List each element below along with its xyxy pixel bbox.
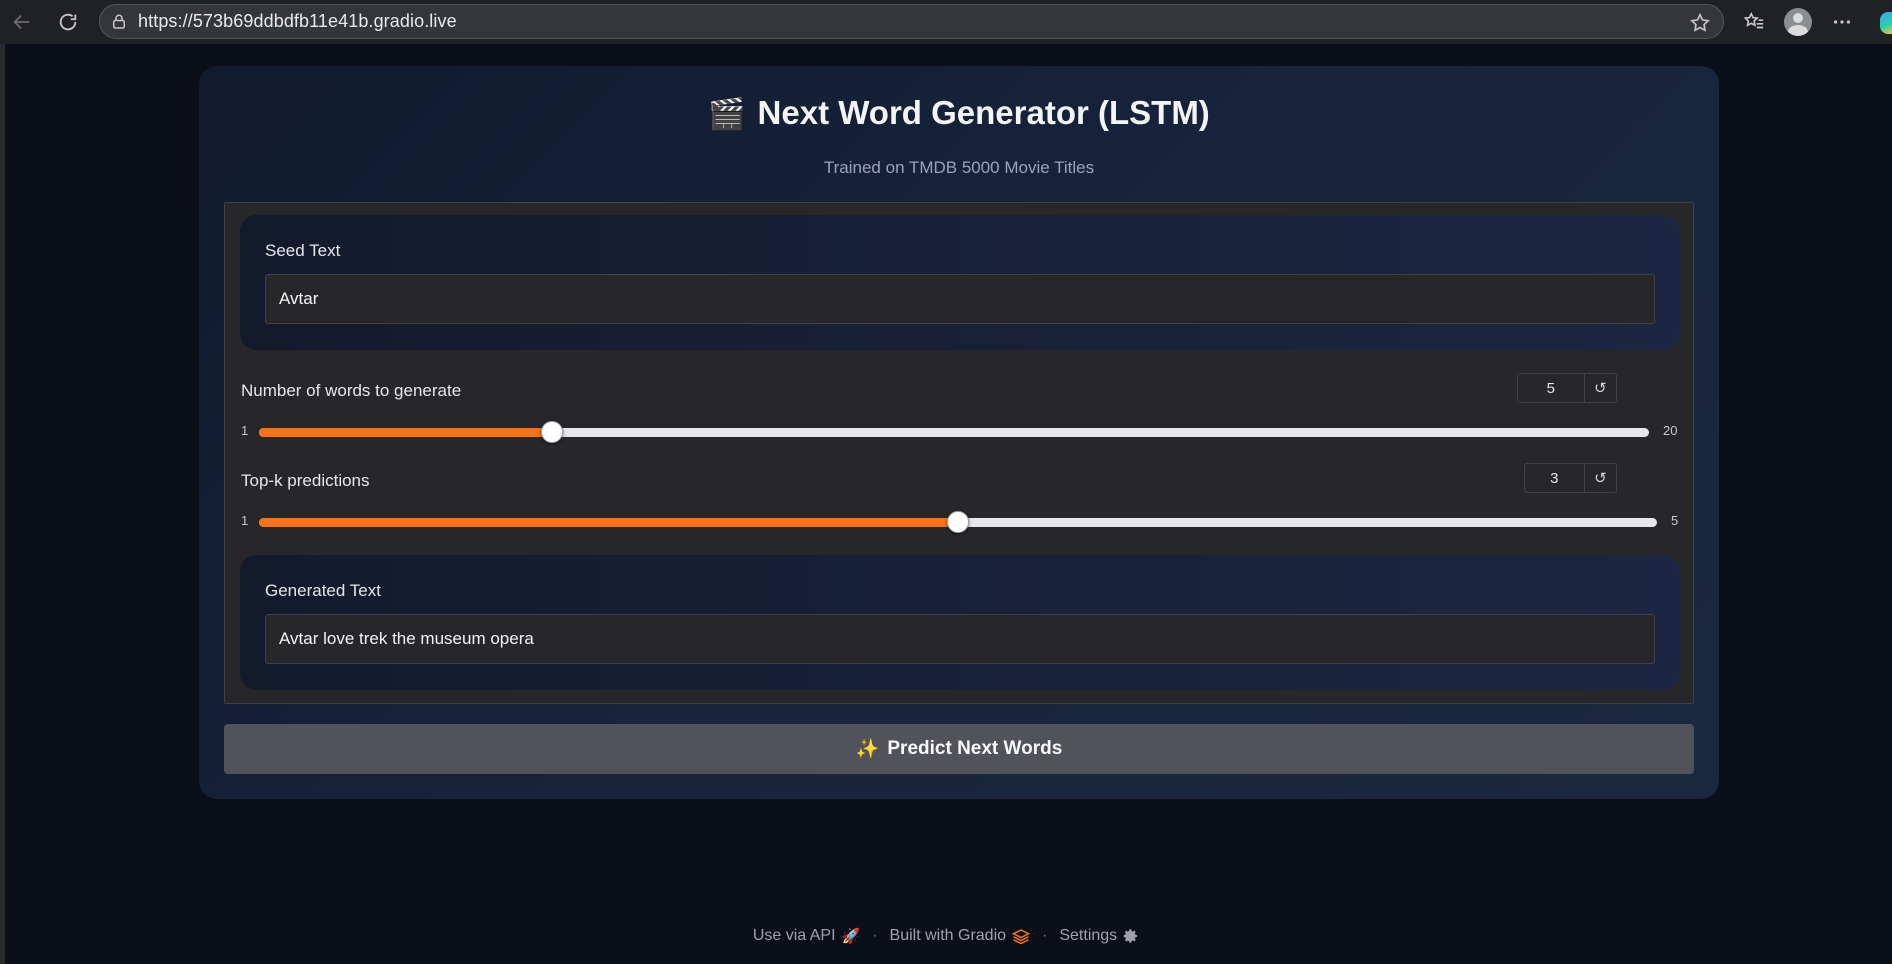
generated-text-block: Generated Text Avtar love trek the museu… <box>240 555 1680 690</box>
topk-slider-thumb[interactable] <box>947 511 969 533</box>
site-info-icon[interactable] <box>110 13 128 31</box>
words-slider-thumb[interactable] <box>541 421 563 443</box>
sparkles-icon: ✨ <box>855 739 880 760</box>
topk-slider-min: 1 <box>241 513 249 528</box>
generated-text-label: Generated Text <box>265 581 381 600</box>
address-bar[interactable]: https://573b69ddbdfb11e41b.gradio.live <box>99 4 1724 39</box>
words-slider-max: 20 <box>1663 423 1678 438</box>
seed-text-input[interactable]: Avtar <box>265 274 1655 324</box>
topk-slider-label: Top-k predictions <box>241 471 370 490</box>
topk-number-input[interactable]: 3 ↺ <box>1524 463 1617 493</box>
copilot-logo-icon <box>1880 12 1892 34</box>
app-card: 🎬 Next Word Generator (LSTM) Trained on T… <box>199 66 1719 799</box>
topk-slider-track[interactable] <box>259 511 1657 533</box>
reload-button[interactable] <box>50 4 86 40</box>
profile-avatar-icon[interactable] <box>1776 4 1820 40</box>
words-reset-icon[interactable]: ↺ <box>1585 374 1616 402</box>
footer: Use via API 🚀 · Built with Gradio · Sett… <box>0 924 1892 948</box>
predict-button-label: Predict Next Words <box>887 738 1063 759</box>
form-panel: Seed Text Avtar Number of words to gener… <box>224 202 1694 704</box>
browser-toolbar: https://573b69ddbdfb11e41b.gradio.live <box>0 0 1892 44</box>
bookmark-star-icon[interactable] <box>1689 12 1711 39</box>
topk-slider-row: Top-k predictions 3 ↺ 1 5 <box>241 463 1681 533</box>
back-button[interactable] <box>4 4 40 40</box>
clapperboard-icon: 🎬 <box>708 98 746 131</box>
words-slider-track[interactable] <box>259 421 1649 443</box>
words-slider-row: Number of words to generate 5 ↺ 1 20 <box>241 373 1681 443</box>
words-slider-label: Number of words to generate <box>241 381 462 400</box>
settings-label: Settings <box>1059 927 1118 944</box>
page-title: 🎬 Next Word Generator (LSTM) <box>199 94 1719 132</box>
title-text: Next Word Generator (LSTM) <box>757 94 1210 131</box>
seed-text-label: Seed Text <box>265 241 341 260</box>
words-slider-min: 1 <box>241 423 249 438</box>
words-number-input[interactable]: 5 ↺ <box>1517 373 1617 403</box>
topk-number-value[interactable]: 3 <box>1525 464 1585 492</box>
built-with-gradio-label: Built with Gradio <box>889 927 1007 944</box>
use-via-api-link[interactable]: Use via API 🚀 <box>753 927 860 945</box>
built-with-gradio-link[interactable]: Built with Gradio <box>890 927 1031 945</box>
gear-icon <box>1123 929 1138 943</box>
browser-actions <box>1732 4 1892 40</box>
predict-button[interactable]: ✨ Predict Next Words <box>224 724 1694 774</box>
page-edge <box>0 44 5 964</box>
topk-slider-max: 5 <box>1671 513 1679 528</box>
gradio-logo-icon <box>1012 929 1031 944</box>
settings-link[interactable]: Settings <box>1059 927 1139 945</box>
footer-separator: · <box>872 927 878 944</box>
words-slider-fill <box>259 428 552 437</box>
topk-slider-fill <box>259 518 958 527</box>
page-subtitle: Trained on TMDB 5000 Movie Titles <box>823 158 1095 177</box>
footer-separator-2: · <box>1042 927 1048 944</box>
reload-icon <box>59 13 77 31</box>
back-arrow-icon <box>13 14 30 30</box>
favorites-icon[interactable] <box>1732 4 1776 40</box>
url-text[interactable]: https://573b69ddbdfb11e41b.gradio.live <box>138 11 457 32</box>
seed-text-block: Seed Text Avtar <box>240 215 1680 350</box>
use-via-api-label: Use via API <box>752 927 836 944</box>
rocket-icon: 🚀 <box>841 928 861 945</box>
more-menu-icon[interactable] <box>1820 4 1864 40</box>
topk-reset-icon[interactable]: ↺ <box>1585 464 1616 492</box>
generated-text-output[interactable]: Avtar love trek the museum opera <box>265 614 1655 664</box>
words-number-value[interactable]: 5 <box>1518 374 1585 402</box>
